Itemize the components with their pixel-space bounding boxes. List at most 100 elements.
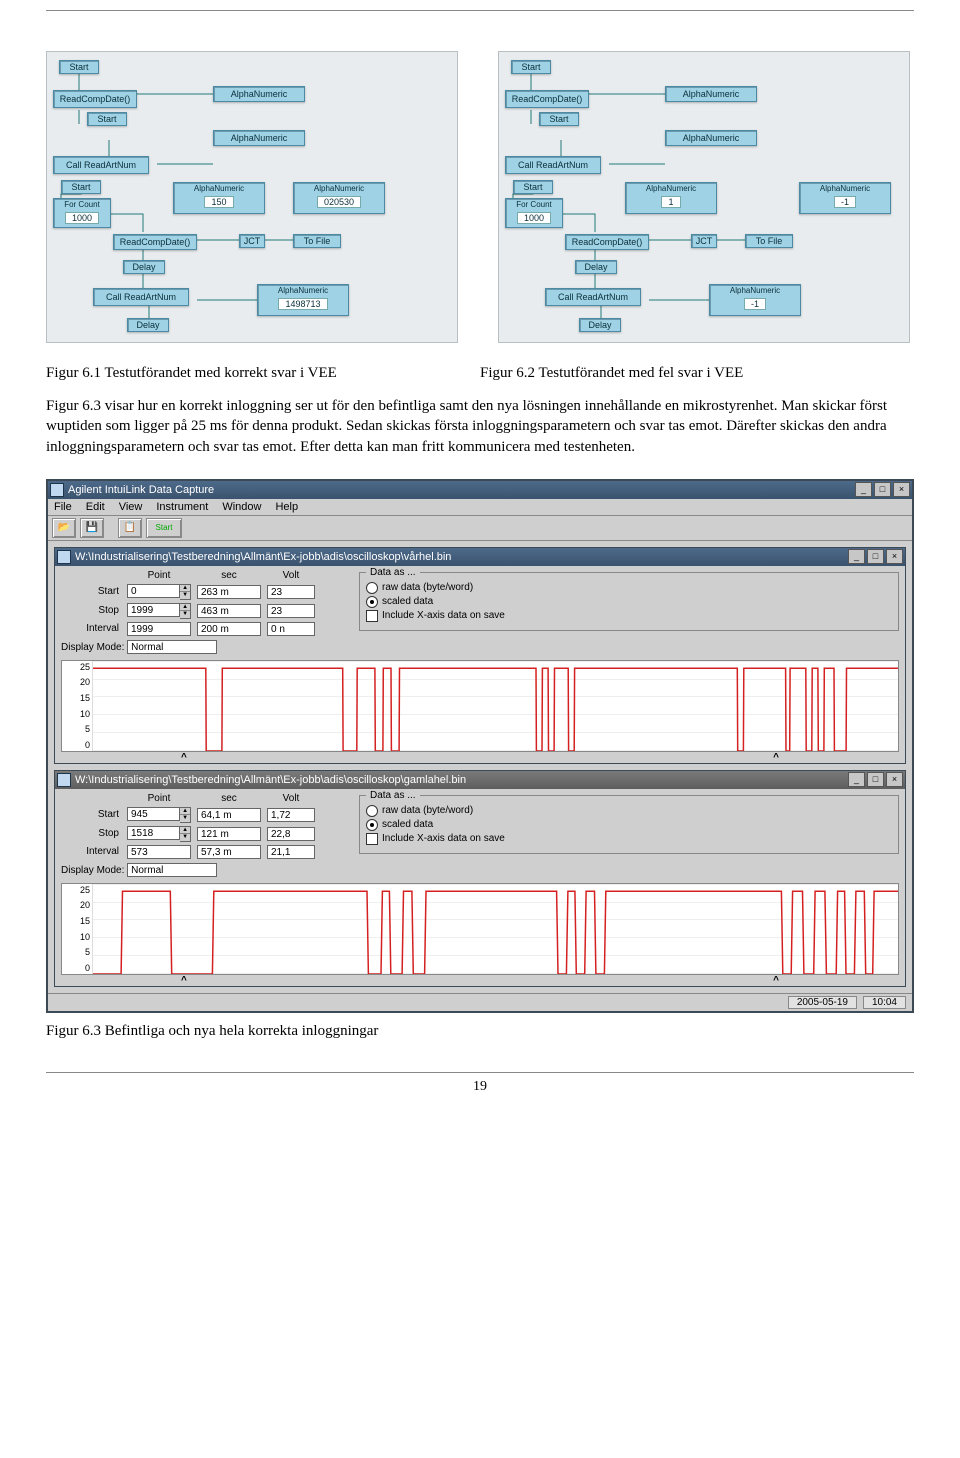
display-mode-select[interactable]: Normal	[127, 863, 217, 877]
vee-alphanumeric[interactable]: AlphaNumeric	[665, 86, 757, 102]
vee-alphanumeric[interactable]: AlphaNumeric	[665, 130, 757, 146]
stop-volt-input[interactable]: 23	[267, 604, 315, 618]
save-icon[interactable]: 💾	[80, 518, 104, 538]
vee-tofile[interactable]: To File	[293, 234, 341, 248]
interval-volt-input[interactable]: 21,1	[267, 845, 315, 859]
display-mode-select[interactable]: Normal	[127, 640, 217, 654]
vee-start[interactable]: Start	[513, 180, 553, 194]
radio-raw[interactable]	[366, 805, 378, 817]
start-sec-input[interactable]: 64,1 m	[197, 808, 261, 822]
vee-delay[interactable]: Delay	[575, 260, 617, 274]
maximize-icon[interactable]: □	[867, 772, 884, 787]
start-volt-input[interactable]: 1,72	[267, 808, 315, 822]
marker-icon[interactable]: ^	[773, 752, 779, 763]
vee-jct[interactable]: JCT	[691, 234, 717, 248]
vee-alphanumeric[interactable]: AlphaNumeric	[213, 130, 305, 146]
vee-call-readartnum[interactable]: Call ReadArtNum	[545, 288, 641, 306]
interval-volt-input[interactable]: 0 n	[267, 622, 315, 636]
spinner-icon[interactable]: ▲▼	[180, 807, 191, 823]
menu-help[interactable]: Help	[275, 501, 298, 513]
checkbox-include-x[interactable]	[366, 833, 378, 845]
status-bar: 2005-05-19 10:04	[48, 993, 912, 1011]
figure-6-2-caption: Figur 6.2 Testutförandet med fel svar i …	[480, 365, 914, 382]
interval-point-input[interactable]: 573	[127, 845, 191, 859]
menu-file[interactable]: File	[54, 501, 72, 513]
vee-alphanumeric[interactable]: AlphaNumeric 1	[625, 182, 717, 214]
checkbox-include-x[interactable]	[366, 610, 378, 622]
body-paragraph: Figur 6.3 visar hur en korrekt inloggnin…	[46, 396, 914, 457]
child2-titlebar[interactable]: W:\Industrialisering\Testberedning\Allmä…	[55, 771, 905, 789]
maximize-icon[interactable]: □	[874, 482, 891, 497]
vee-readcompdate[interactable]: ReadCompDate()	[565, 234, 649, 250]
close-icon[interactable]: ×	[886, 772, 903, 787]
stop-sec-input[interactable]: 463 m	[197, 604, 261, 618]
start-point-input[interactable]: 945	[127, 807, 180, 821]
vee-tofile[interactable]: To File	[745, 234, 793, 248]
chart-2: 2520151050	[61, 883, 899, 975]
stop-point-input[interactable]: 1999	[127, 603, 180, 617]
marker-icon[interactable]: ^	[181, 975, 187, 986]
minimize-icon[interactable]: _	[848, 772, 865, 787]
vee-call-readartnum[interactable]: Call ReadArtNum	[93, 288, 189, 306]
spinner-icon[interactable]: ▲▼	[180, 826, 191, 842]
main-titlebar[interactable]: Agilent IntuiLink Data Capture _ □ ×	[48, 481, 912, 499]
copy-icon[interactable]: 📋	[118, 518, 142, 538]
label-start: Start	[61, 809, 121, 820]
vee-for-count[interactable]: For Count 1000	[53, 198, 111, 228]
marker-icon[interactable]: ^	[181, 752, 187, 763]
header-volt: Volt	[267, 793, 315, 804]
vee-alphanumeric[interactable]: AlphaNumeric 1498713	[257, 284, 349, 316]
interval-sec-input[interactable]: 200 m	[197, 622, 261, 636]
vee-alphanumeric[interactable]: AlphaNumeric	[213, 86, 305, 102]
vee-start[interactable]: Start	[539, 112, 579, 126]
radio-scaled[interactable]	[366, 819, 378, 831]
vee-call-readartnum[interactable]: Call ReadArtNum	[505, 156, 601, 174]
stop-point-input[interactable]: 1518	[127, 826, 180, 840]
spinner-icon[interactable]: ▲▼	[180, 584, 191, 600]
vee-delay[interactable]: Delay	[127, 318, 169, 332]
vee-readcompdate[interactable]: ReadCompDate()	[113, 234, 197, 250]
start-icon[interactable]: Start	[146, 518, 182, 538]
close-icon[interactable]: ×	[886, 549, 903, 564]
vee-alphanumeric[interactable]: AlphaNumeric 020530	[293, 182, 385, 214]
interval-point-input[interactable]: 1999	[127, 622, 191, 636]
vee-readcompdate[interactable]: ReadCompDate()	[53, 90, 137, 108]
vee-delay[interactable]: Delay	[123, 260, 165, 274]
spinner-icon[interactable]: ▲▼	[180, 603, 191, 619]
menu-view[interactable]: View	[119, 501, 143, 513]
vee-alphanumeric[interactable]: AlphaNumeric -1	[709, 284, 801, 316]
child-window-1: W:\Industrialisering\Testberedning\Allmä…	[54, 547, 906, 764]
vee-readcompdate[interactable]: ReadCompDate()	[505, 90, 589, 108]
vee-for-count[interactable]: For Count 1000	[505, 198, 563, 228]
stop-volt-input[interactable]: 22,8	[267, 827, 315, 841]
app-icon	[50, 483, 64, 497]
vee-diagrams-row: Start ReadCompDate() Start Call ReadArtN…	[46, 51, 914, 343]
radio-scaled[interactable]	[366, 596, 378, 608]
vee-alphanumeric[interactable]: AlphaNumeric 150	[173, 182, 265, 214]
start-sec-input[interactable]: 263 m	[197, 585, 261, 599]
vee-jct[interactable]: JCT	[239, 234, 265, 248]
vee-call-readartnum[interactable]: Call ReadArtNum	[53, 156, 149, 174]
maximize-icon[interactable]: □	[867, 549, 884, 564]
open-icon[interactable]: 📂	[52, 518, 76, 538]
start-volt-input[interactable]: 23	[267, 585, 315, 599]
child1-titlebar[interactable]: W:\Industrialisering\Testberedning\Allmä…	[55, 548, 905, 566]
vee-delay[interactable]: Delay	[579, 318, 621, 332]
interval-sec-input[interactable]: 57,3 m	[197, 845, 261, 859]
stop-sec-input[interactable]: 121 m	[197, 827, 261, 841]
menu-window[interactable]: Window	[222, 501, 261, 513]
minimize-icon[interactable]: _	[848, 549, 865, 564]
vee-start[interactable]: Start	[59, 60, 99, 74]
vee-start[interactable]: Start	[511, 60, 551, 74]
vee-start[interactable]: Start	[61, 180, 101, 194]
start-point-input[interactable]: 0	[127, 584, 180, 598]
radio-raw[interactable]	[366, 582, 378, 594]
menu-instrument[interactable]: Instrument	[156, 501, 208, 513]
marker-icon[interactable]: ^	[773, 975, 779, 986]
vee-start[interactable]: Start	[87, 112, 127, 126]
menu-edit[interactable]: Edit	[86, 501, 105, 513]
close-icon[interactable]: ×	[893, 482, 910, 497]
header-point: Point	[127, 793, 191, 804]
minimize-icon[interactable]: _	[855, 482, 872, 497]
vee-alphanumeric[interactable]: AlphaNumeric -1	[799, 182, 891, 214]
